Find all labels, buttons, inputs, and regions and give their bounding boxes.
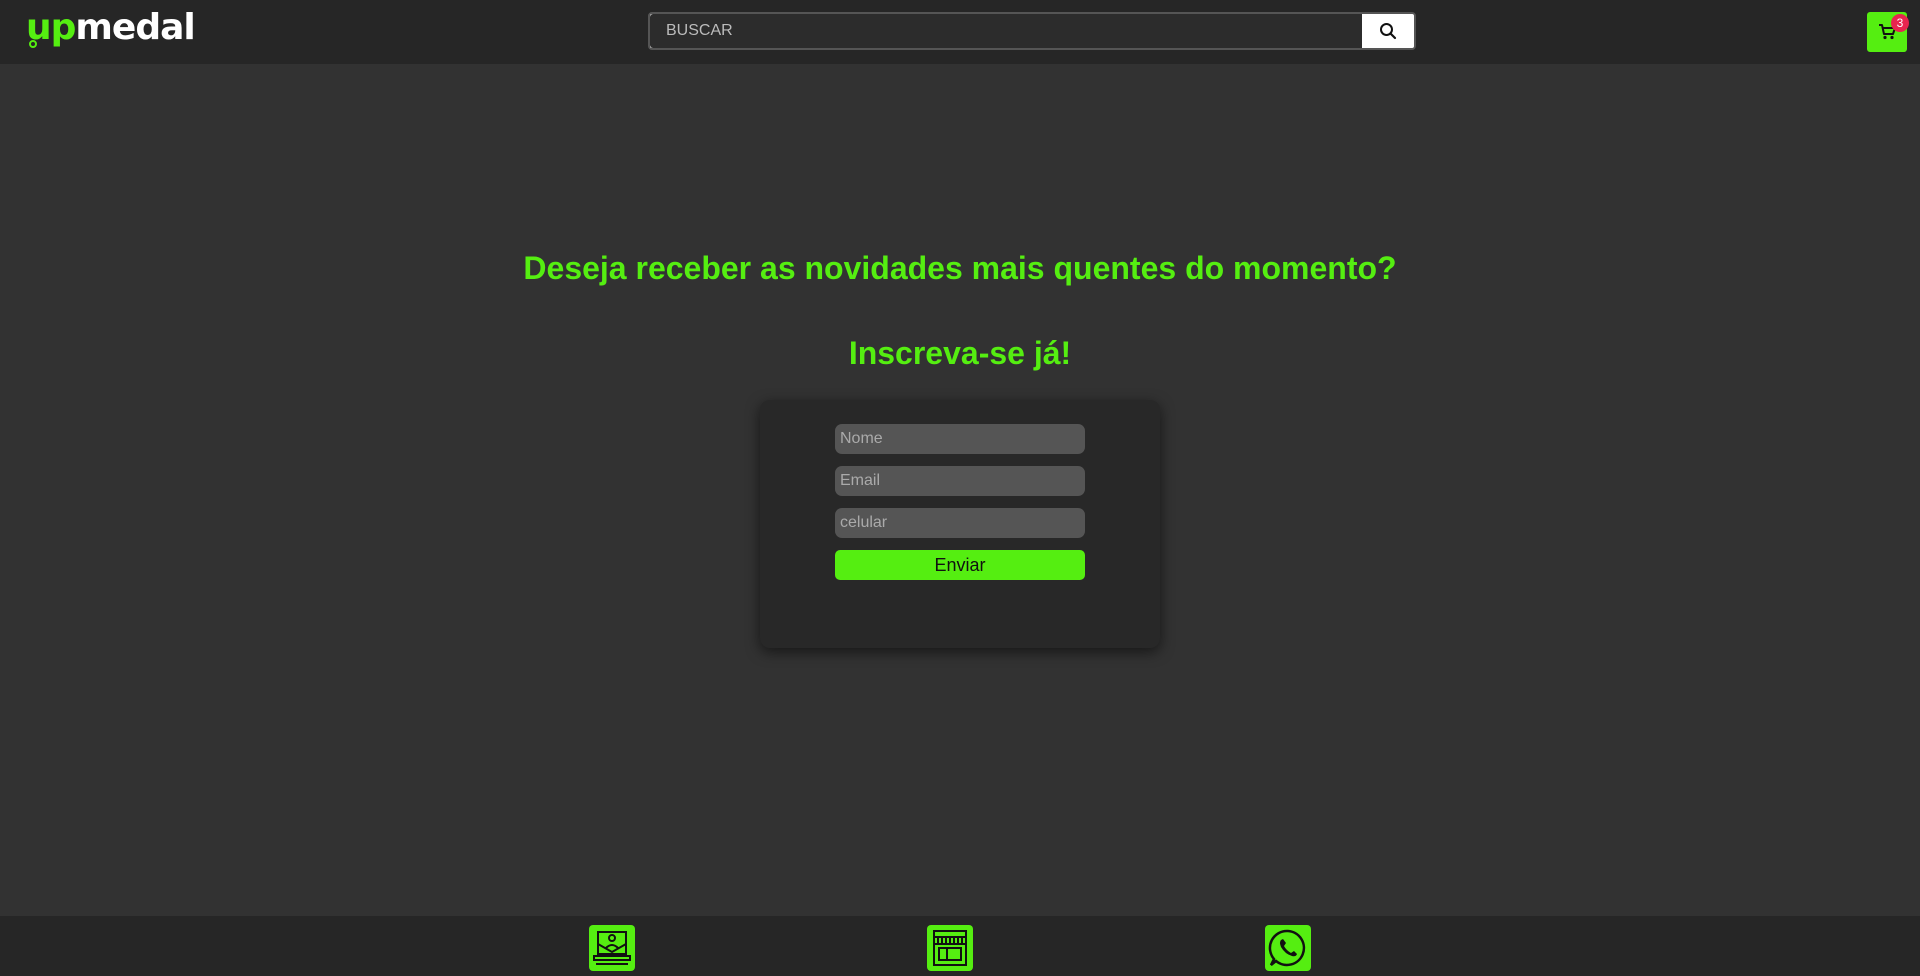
storefront-icon	[933, 930, 967, 966]
cart-button[interactable]: 3	[1867, 12, 1909, 52]
submit-button[interactable]: Enviar	[835, 550, 1085, 580]
brand-logo[interactable]: upmedal	[26, 7, 196, 52]
online-store-button[interactable]	[589, 925, 635, 971]
physical-store-button[interactable]	[927, 925, 973, 971]
laptop-store-icon	[593, 931, 631, 965]
email-field[interactable]	[835, 466, 1085, 496]
search-bar	[648, 12, 1416, 50]
logo-dot	[29, 40, 37, 48]
search-button[interactable]	[1362, 14, 1414, 48]
cart-count-badge: 3	[1891, 14, 1909, 32]
top-navbar: upmedal 3	[0, 0, 1920, 64]
signup-form: Enviar	[760, 400, 1160, 648]
search-icon	[1380, 23, 1397, 40]
phone-field[interactable]	[835, 508, 1085, 538]
newsletter-headline: Deseja receber as novidades mais quentes…	[523, 250, 1397, 286]
newsletter-subheadline: Inscreva-se já!	[848, 335, 1072, 371]
whatsapp-button[interactable]	[1265, 925, 1311, 971]
whatsapp-icon	[1268, 929, 1306, 967]
name-field[interactable]	[835, 424, 1085, 454]
bottom-bar	[0, 916, 1920, 976]
search-input[interactable]	[650, 14, 1362, 48]
logo-text: upmedal	[26, 7, 196, 48]
